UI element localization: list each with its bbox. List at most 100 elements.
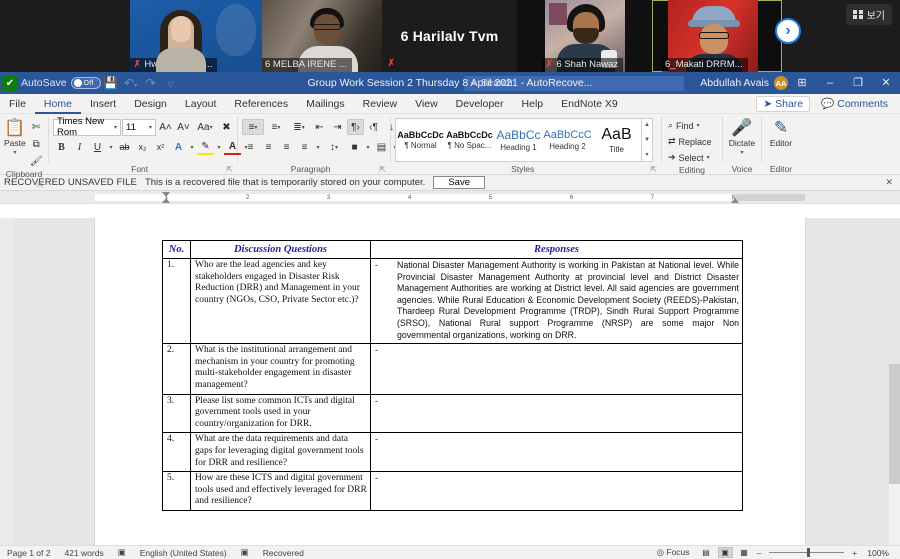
format-painter-icon[interactable]: 🖌 [28, 153, 45, 169]
undo-icon[interactable]: ↶▾ [121, 76, 141, 90]
autosave-toggle[interactable]: Off [70, 77, 101, 89]
styles-gallery-scroller[interactable]: ▲ ▼ ▾ [641, 118, 652, 162]
style-title[interactable]: AaB Title [592, 121, 641, 159]
align-center-icon[interactable]: ≡ [260, 139, 277, 155]
style-normal[interactable]: AaBbCcDc ¶ Normal [396, 121, 445, 159]
document-canvas[interactable]: No. Discussion Questions Responses 1. Wh… [0, 218, 900, 545]
cut-icon[interactable]: ✄ [28, 119, 45, 135]
user-name[interactable]: Abdullah Avais [700, 77, 769, 89]
scroll-down-icon[interactable]: ▼ [642, 133, 652, 148]
editor-button[interactable]: ✎ Editor [766, 118, 796, 148]
grow-font-button[interactable]: A˄ [157, 119, 174, 135]
page-indicator[interactable]: Page 1 of 2 [0, 548, 57, 558]
horizontal-ruler[interactable]: 1 2 3 4 5 6 7 8 [0, 191, 900, 204]
web-layout-icon[interactable]: ▦ [737, 547, 752, 558]
row-question[interactable]: How are these ICTS and digital governmen… [190, 471, 371, 511]
tab-review[interactable]: Review [354, 94, 406, 114]
row-response[interactable]: - [370, 471, 743, 511]
redo-icon[interactable]: ↷ [141, 76, 161, 90]
participant-tile-3[interactable]: 6 Harilalv Tvm ✗ [382, 0, 517, 72]
zoom-in-button[interactable]: + [849, 548, 860, 558]
multilevel-list-icon[interactable]: ≣ ▾ [288, 119, 310, 135]
row-question[interactable]: Who are the lead agencies and key stakeh… [190, 257, 371, 345]
row-response[interactable]: - National Disaster Management Authority… [370, 257, 743, 345]
print-layout-icon[interactable]: ▣ [717, 547, 733, 558]
right-to-left-icon[interactable]: ‹¶ [365, 119, 382, 135]
tab-design[interactable]: Design [125, 94, 176, 114]
row-response[interactable]: - [370, 432, 743, 473]
table-row[interactable]: 3. Please list some common ICTs and digi… [162, 393, 743, 434]
chevron-down-icon[interactable]: ▾ [107, 139, 115, 155]
chevron-down-icon[interactable]: ▾ [314, 139, 322, 155]
tab-help[interactable]: Help [513, 94, 553, 114]
dialog-launcher-icon[interactable]: ⇱ [379, 164, 386, 175]
increase-indent-icon[interactable]: ⇥ [329, 119, 346, 135]
chevron-down-icon[interactable]: ▾ [215, 139, 223, 155]
zoom-level[interactable]: 100% [860, 548, 896, 558]
borders-icon[interactable]: ▤ [373, 139, 390, 155]
zoom-out-button[interactable]: – [754, 548, 765, 558]
chevron-down-icon[interactable]: ▾ [188, 139, 196, 155]
scroll-up-icon[interactable]: ▲ [642, 118, 652, 133]
select-button[interactable]: ➔ Select ▾ [666, 150, 712, 165]
chevron-down-icon[interactable]: ▾ [364, 139, 372, 155]
ribbon-display-options-icon[interactable]: ⊞ [788, 72, 816, 94]
view-layout-button[interactable]: 보기 [845, 4, 892, 25]
align-left-icon[interactable]: ≡ [242, 139, 259, 155]
row-question[interactable]: What is the institutional arrangement an… [190, 343, 371, 395]
recovered-icon[interactable]: ▣ [234, 547, 256, 558]
participant-tile-1[interactable]: ✗ Hwajin Kim (U... [130, 0, 262, 72]
close-icon[interactable]: ✕ [885, 177, 896, 188]
subscript-button[interactable]: x₂ [134, 139, 151, 155]
table-row[interactable]: 1. Who are the lead agencies and key sta… [162, 257, 743, 345]
table-row[interactable]: 5. How are these ICTS and digital govern… [162, 471, 743, 511]
minimize-button[interactable]: – [816, 72, 844, 94]
right-indent-marker[interactable] [731, 198, 739, 203]
document-page[interactable]: No. Discussion Questions Responses 1. Wh… [95, 218, 805, 545]
share-button[interactable]: ➤ Share [756, 95, 811, 112]
dictate-button[interactable]: 🎤 Dictate ▾ [727, 118, 757, 156]
focus-button[interactable]: ◎ Focus [650, 547, 697, 558]
row-question[interactable]: What are the data requirements and data … [190, 432, 371, 473]
paste-button[interactable]: 📋 Paste ▾ [4, 118, 26, 156]
change-case-button[interactable]: Aa ▾ [193, 119, 217, 135]
search-box[interactable]: ⌕ Search [464, 75, 685, 91]
strikethrough-button[interactable]: ab [116, 139, 133, 155]
font-size-combobox[interactable]: 11 ▾ [122, 118, 156, 136]
left-indent-marker[interactable] [162, 198, 170, 203]
close-button[interactable]: ✕ [872, 72, 900, 94]
find-button[interactable]: ⌕ Find ▾ [666, 118, 702, 133]
styles-more-icon[interactable]: ▾ [642, 147, 652, 162]
first-line-indent-marker[interactable] [162, 192, 170, 197]
tab-layout[interactable]: Layout [176, 94, 226, 114]
dialog-launcher-icon[interactable]: ⇱ [226, 164, 233, 175]
restore-button[interactable]: ❐ [844, 72, 872, 94]
align-right-icon[interactable]: ≡ [278, 139, 295, 155]
clear-formatting-icon[interactable]: ✖ [218, 119, 235, 135]
language-indicator[interactable]: English (United States) [133, 548, 234, 558]
left-to-right-icon[interactable]: ¶› [347, 119, 364, 135]
row-response[interactable]: - [370, 343, 743, 395]
decrease-indent-icon[interactable]: ⇤ [311, 119, 328, 135]
tab-view[interactable]: View [406, 94, 447, 114]
style-heading-1[interactable]: AaBbCc Heading 1 [494, 121, 543, 159]
highlight-color-icon[interactable]: ✎ [197, 139, 214, 155]
avatar[interactable]: AA [774, 76, 788, 90]
read-mode-icon[interactable]: ▤ [699, 547, 714, 558]
participant-tile-2[interactable]: 6 MELBA IRENE ... [262, 0, 382, 72]
tab-references[interactable]: References [225, 94, 297, 114]
tab-developer[interactable]: Developer [447, 94, 513, 114]
styles-gallery[interactable]: AaBbCcDc ¶ Normal AaBbCcDc ¶ No Spac... … [395, 118, 653, 162]
comments-button[interactable]: 💬 Comments [815, 96, 894, 111]
line-spacing-icon[interactable]: ↕ ▾ [323, 139, 345, 155]
tab-insert[interactable]: Insert [81, 94, 125, 114]
discussion-questions-table[interactable]: No. Discussion Questions Responses 1. Wh… [162, 240, 743, 511]
zoom-slider-thumb[interactable] [807, 548, 811, 557]
numbered-list-icon[interactable]: ≡ ▾ [265, 119, 287, 135]
tab-file[interactable]: File [0, 94, 35, 114]
tab-endnote[interactable]: EndNote X9 [552, 94, 627, 114]
bold-button[interactable]: B [53, 139, 70, 155]
superscript-button[interactable]: x² [152, 139, 169, 155]
word-count[interactable]: 421 words [57, 548, 110, 558]
participant-tile-5[interactable]: 6_Makati DRRM... [652, 0, 782, 72]
